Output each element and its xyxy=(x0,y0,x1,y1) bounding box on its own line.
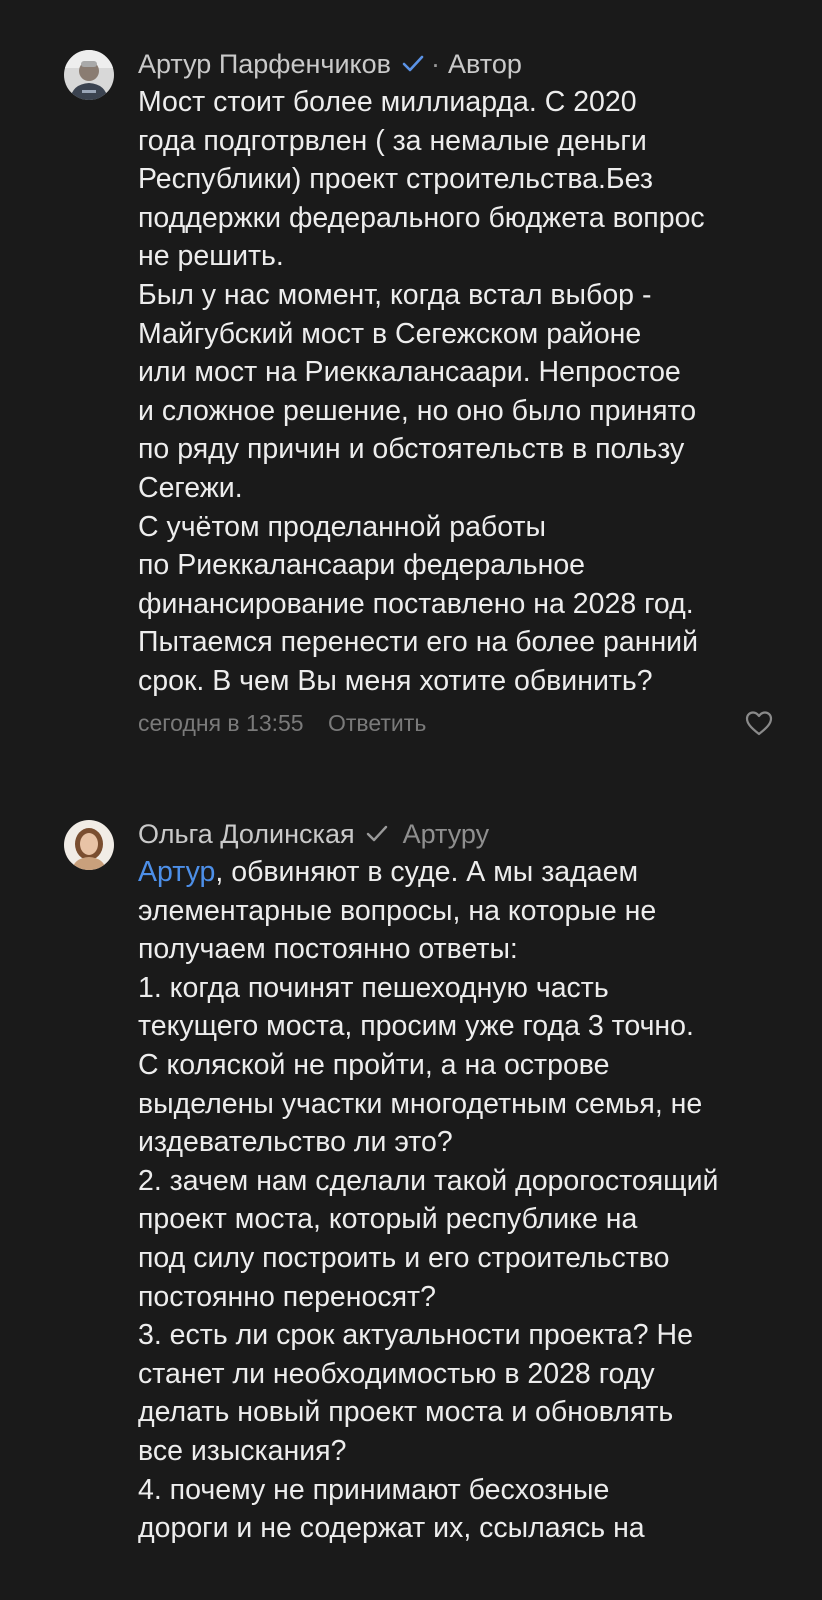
avatar[interactable] xyxy=(64,820,114,870)
verified-check-icon xyxy=(366,825,387,842)
reply-to-user[interactable]: Артуру xyxy=(403,814,490,854)
comment-text: Артур, обвиняют в суде. А мы задаем элем… xyxy=(138,853,802,1548)
comment-text-body: , обвиняют в суде. А мы задаем элементар… xyxy=(138,856,719,1545)
comment-timestamp: сегодня в 13:55 xyxy=(138,709,304,736)
separator: · xyxy=(431,49,441,79)
author-role-badge: Автор xyxy=(448,49,522,79)
scroll-hint: · · xyxy=(180,0,199,9)
heart-icon[interactable] xyxy=(744,709,774,737)
avatar[interactable] xyxy=(64,50,114,100)
person-photo-icon xyxy=(64,50,114,100)
mention-link[interactable]: Артур xyxy=(138,856,215,888)
person-photo-icon xyxy=(64,820,114,870)
reply-button[interactable]: Ответить xyxy=(328,710,426,736)
author-name[interactable]: Артур Парфенчиков xyxy=(138,44,391,84)
verified-check-icon xyxy=(402,55,424,72)
author-name[interactable]: Ольга Долинская xyxy=(138,814,355,854)
comment-meta: сегодня в 13:55 Ответить xyxy=(138,705,802,741)
comment-header: Ольга Долинская Артуру xyxy=(138,814,802,854)
comment-text: Мост стоит более миллиарда. С 2020 года … xyxy=(138,86,705,697)
comment-header: Артур Парфенчиков · Автор xyxy=(138,44,802,84)
